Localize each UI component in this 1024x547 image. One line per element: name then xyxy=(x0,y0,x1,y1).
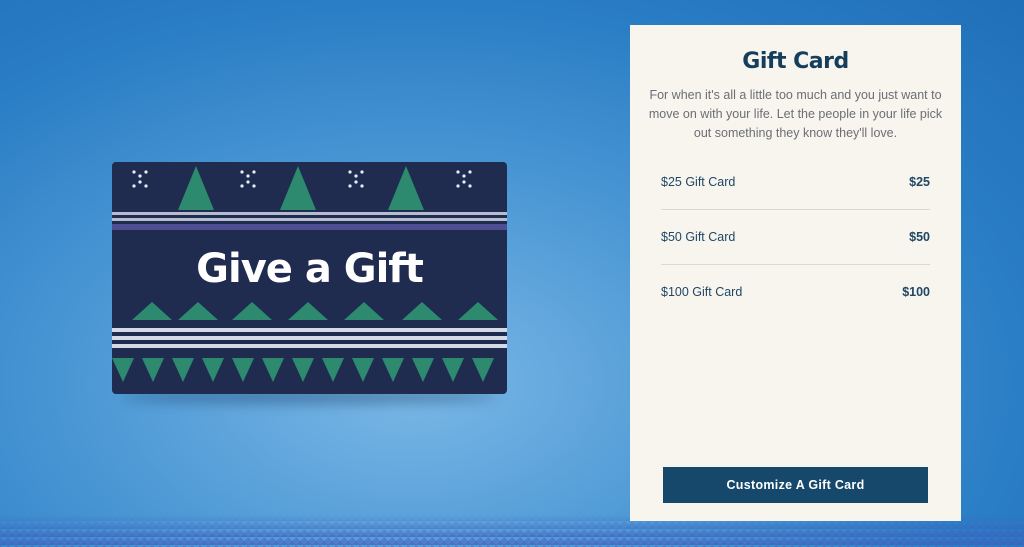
option-label: $50 Gift Card xyxy=(661,230,736,244)
knit-top-pattern-icon xyxy=(112,166,507,230)
option-label: $25 Gift Card xyxy=(661,175,736,189)
gift-card-panel: Gift Card For when it's all a little too… xyxy=(630,25,961,521)
option-price: $50 xyxy=(909,230,930,244)
option-price: $100 xyxy=(902,285,930,299)
option-100[interactable]: $100 Gift Card $100 xyxy=(661,265,930,319)
option-price: $25 xyxy=(909,175,930,189)
customize-gift-card-button[interactable]: Customize A Gift Card xyxy=(663,467,928,503)
knit-bottom-pattern-icon xyxy=(112,302,507,382)
option-25[interactable]: $25 Gift Card $25 xyxy=(661,155,930,210)
gift-card-artwork: Give a Gift xyxy=(112,162,507,394)
option-label: $100 Gift Card xyxy=(661,285,743,299)
gift-card-title: Give a Gift xyxy=(196,246,424,292)
option-50[interactable]: $50 Gift Card $50 xyxy=(661,210,930,265)
panel-title: Gift Card xyxy=(742,49,849,74)
gift-card-options: $25 Gift Card $25 $50 Gift Card $50 $100… xyxy=(661,155,930,319)
gift-card-image: Give a Gift xyxy=(112,162,507,404)
panel-description: For when it's all a little too much and … xyxy=(648,88,943,140)
